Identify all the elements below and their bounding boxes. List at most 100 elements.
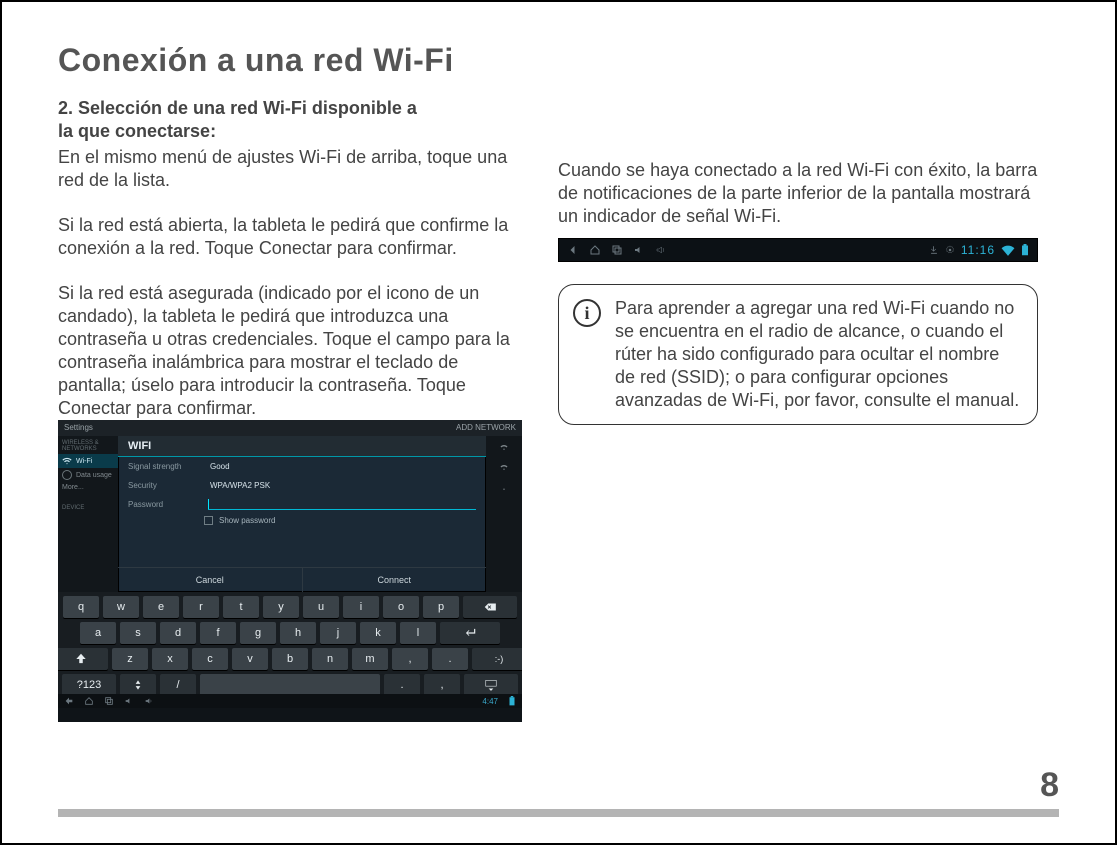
key-r[interactable]: r (183, 596, 219, 618)
left-paragraph-2: Si la red está abierta, la tableta le pe… (58, 214, 522, 260)
nav-vol-up-icon[interactable] (655, 244, 667, 256)
wifi-dialog-title: WIFI (118, 436, 486, 457)
backspace-key[interactable] (463, 596, 517, 618)
right-column: Cuando se haya conectado a la red Wi-Fi … (558, 97, 1038, 722)
key-w[interactable]: w (103, 596, 139, 618)
show-password-row[interactable]: Show password (204, 516, 476, 525)
settings-label: Settings (64, 423, 93, 432)
key-m[interactable]: m (352, 648, 388, 670)
notif-clock: 11:16 (961, 243, 995, 257)
key-a[interactable]: a (80, 622, 116, 644)
nav-back-icon[interactable] (567, 244, 579, 256)
connect-button[interactable]: Connect (302, 568, 487, 592)
wifi-icon (62, 456, 72, 466)
key-q[interactable]: q (63, 596, 99, 618)
password-row[interactable]: Password (118, 495, 486, 509)
show-password-checkbox[interactable] (204, 516, 213, 525)
wifi-password-screenshot: Settings ADD NETWORK WIRELESS & NETWORKS… (58, 420, 522, 722)
nav-item-wifi-label: Wi-Fi (76, 458, 92, 465)
settings-header: Settings ADD NETWORK (58, 420, 522, 436)
key-123[interactable]: ?123 (62, 674, 116, 696)
key-o[interactable]: o (383, 596, 419, 618)
info-text: Para aprender a agregar una red Wi-Fi cu… (615, 297, 1023, 412)
key-h[interactable]: h (280, 622, 316, 644)
key-x[interactable]: x (152, 648, 188, 670)
key-b[interactable]: b (272, 648, 308, 670)
nav-recent-icon[interactable] (611, 244, 623, 256)
security-row: Security WPA/WPA2 PSK (118, 476, 486, 495)
security-label: Security (128, 481, 210, 490)
spacebar-key[interactable] (200, 674, 380, 696)
key-i[interactable]: i (343, 596, 379, 618)
navbar-battery-icon (508, 696, 516, 706)
settings-leftnav: WIRELESS & NETWORKS Wi-Fi Data usage Mor… (58, 436, 118, 592)
nav-home-icon[interactable] (84, 696, 94, 706)
info-icon: i (573, 299, 601, 327)
nav-recent-icon[interactable] (104, 696, 114, 706)
data-usage-icon (62, 470, 72, 480)
key-k[interactable]: k (360, 622, 396, 644)
key-d[interactable]: d (160, 622, 196, 644)
key-[interactable]: , (424, 674, 460, 696)
key-[interactable]: . (432, 648, 468, 670)
right-paragraph-1: Cuando se haya conectado a la red Wi-Fi … (558, 159, 1038, 228)
nav-item-wifi[interactable]: Wi-Fi (58, 454, 118, 468)
settings-icon (945, 245, 955, 255)
nav-back-icon[interactable] (64, 696, 74, 706)
step-heading-line2: la que conectarse: (58, 121, 216, 141)
navbar-clock: 4:47 (482, 697, 498, 706)
nav-item-data[interactable]: Data usage (58, 468, 118, 482)
signal-value: Good (210, 462, 230, 471)
hide-keyboard-key[interactable] (464, 674, 518, 696)
columns: 2. Selección de una red Wi-Fi disponible… (58, 97, 1059, 722)
notification-bar-screenshot: 11:16 (558, 238, 1038, 262)
key-s[interactable]: s (120, 622, 156, 644)
show-password-label: Show password (219, 516, 275, 525)
key-f[interactable]: f (200, 622, 236, 644)
network-signal-icon (486, 436, 522, 456)
key-z[interactable]: z (112, 648, 148, 670)
wifi-dialog: WIFI Signal strength Good Security WPA/W… (118, 436, 486, 592)
key-[interactable]: / (160, 674, 196, 696)
enter-key[interactable] (440, 622, 500, 644)
page-footer: 8 (58, 809, 1059, 817)
key-l[interactable]: l (400, 622, 436, 644)
nav-item-more[interactable]: More... (58, 482, 118, 493)
left-column: 2. Selección de una red Wi-Fi disponible… (58, 97, 522, 722)
signal-row: Signal strength Good (118, 457, 486, 476)
lang-key[interactable] (120, 674, 156, 696)
key-j[interactable]: j (320, 622, 356, 644)
password-input[interactable] (208, 509, 476, 510)
nav-item-more-label: More... (62, 484, 84, 491)
key-e[interactable]: e (143, 596, 179, 618)
download-icon (929, 245, 939, 255)
cancel-button[interactable]: Cancel (118, 568, 302, 592)
shift-key[interactable] (58, 648, 108, 670)
nav-vol-up-icon[interactable] (144, 696, 154, 706)
key-g[interactable]: g (240, 622, 276, 644)
security-value: WPA/WPA2 PSK (210, 481, 270, 490)
password-label: Password (128, 500, 210, 509)
key-t[interactable]: t (223, 596, 259, 618)
info-box: i Para aprender a agregar una red Wi-Fi … (558, 284, 1038, 425)
nav-vol-down-icon[interactable] (633, 244, 645, 256)
left-paragraph-3: Si la red está asegurada (indicado por e… (58, 282, 522, 420)
nav-vol-down-icon[interactable] (124, 696, 134, 706)
nav-item-data-label: Data usage (76, 472, 112, 479)
wifi-signal-icon (1001, 244, 1015, 256)
key-v[interactable]: v (232, 648, 268, 670)
nav-home-icon[interactable] (589, 244, 601, 256)
key-n[interactable]: n (312, 648, 348, 670)
key-p[interactable]: p (423, 596, 459, 618)
key-u[interactable]: u (303, 596, 339, 618)
key-y[interactable]: y (263, 596, 299, 618)
page-number: 8 (1040, 766, 1059, 805)
key-[interactable]: . (384, 674, 420, 696)
key-c[interactable]: c (192, 648, 228, 670)
add-network-label: ADD NETWORK (456, 423, 516, 432)
emoji-key[interactable]: :-) (472, 648, 522, 670)
key-[interactable]: , (392, 648, 428, 670)
step-heading: 2. Selección de una red Wi-Fi disponible… (58, 97, 522, 142)
step-heading-line1: 2. Selección de una red Wi-Fi disponible… (58, 98, 417, 118)
footer-rule (58, 809, 1059, 817)
